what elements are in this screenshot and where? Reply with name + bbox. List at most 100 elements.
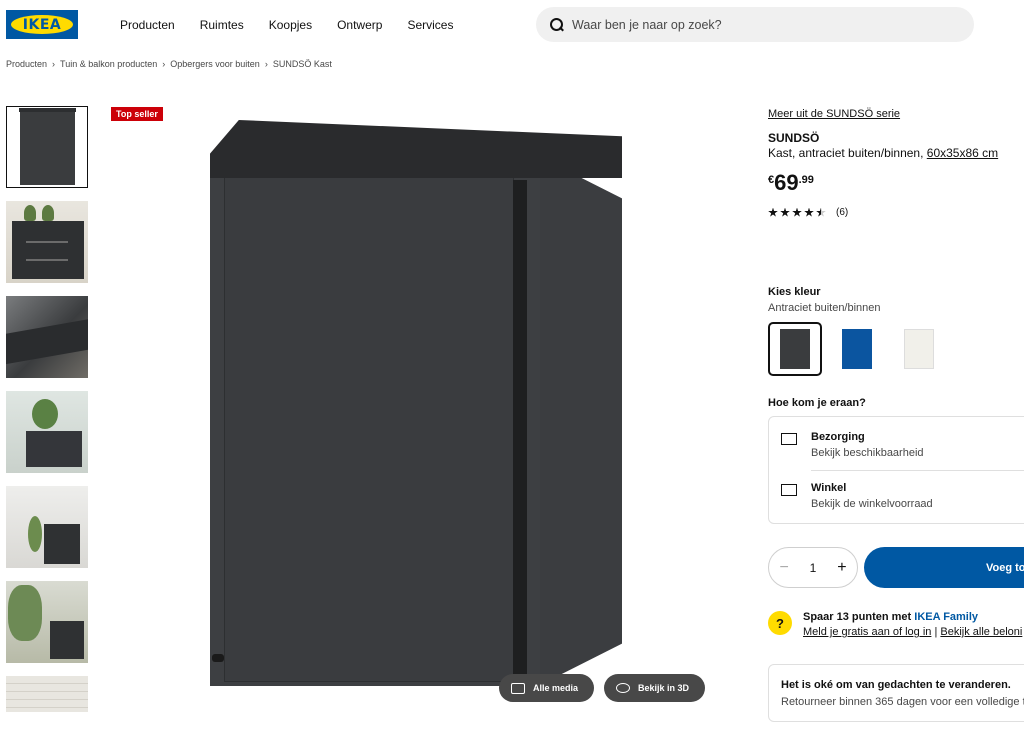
search-icon: [550, 17, 564, 32]
cabinet-groove: [513, 180, 527, 700]
nav-ontwerp[interactable]: Ontwerp: [337, 18, 382, 32]
nav-producten[interactable]: Producten: [120, 18, 175, 32]
product-info-panel: Meer uit de SUNDSÖ serie SUNDSÖ Kast, an…: [768, 0, 1024, 736]
review-count: (6): [836, 207, 849, 218]
price-decimal: .99: [798, 174, 814, 186]
cabinet-top-image: [6, 317, 88, 365]
product-price: € 69 .99: [768, 170, 814, 196]
star-icon: [768, 207, 778, 217]
plant-image: [32, 399, 58, 429]
add-to-cart-label: Voeg to: [986, 561, 1024, 574]
store-subtitle: Bekijk de winkelvoorraad: [811, 498, 933, 510]
plant-image: [28, 516, 42, 552]
series-link[interactable]: Meer uit de SUNDSÖ serie: [768, 108, 900, 120]
fulfillment-box: Bezorging Bekijk beschikbaarheid Winkel …: [768, 416, 1024, 524]
swatch-cabinet: [780, 329, 810, 369]
view-3d-button[interactable]: Bekijk in 3D: [604, 674, 706, 702]
logo-text: IKEA: [22, 16, 62, 33]
chevron-right-icon: ›: [162, 59, 166, 69]
plant-image: [42, 205, 54, 221]
cabinet-foot: [212, 654, 224, 662]
all-media-button[interactable]: Alle media: [499, 674, 595, 702]
ikea-logo[interactable]: IKEA: [6, 10, 78, 39]
nav-services[interactable]: Services: [407, 18, 453, 32]
thumbnail-4[interactable]: [6, 391, 88, 473]
main-nav: Producten Ruimtes Koopjes Ontwerp Servic…: [120, 18, 478, 32]
returns-box[interactable]: Het is oké om van gedachten te verandere…: [768, 664, 1024, 722]
breadcrumb-opbergers[interactable]: Opbergers voor buiten: [170, 59, 260, 69]
chevron-right-icon: ›: [52, 59, 56, 69]
delivery-title: Bezorging: [811, 431, 865, 443]
cabinet-image: [12, 221, 84, 279]
divider: [811, 470, 1024, 471]
chevron-right-icon: ›: [264, 59, 268, 69]
store-icon: [781, 484, 797, 496]
nav-koopjes[interactable]: Koopjes: [269, 18, 312, 32]
swatch-cabinet: [842, 329, 872, 369]
family-points-text: Spaar 13 punten met IKEA Family: [803, 611, 978, 623]
swatch-blauw[interactable]: [830, 322, 884, 376]
rotate-3d-icon: [616, 683, 630, 693]
price-integer: 69: [774, 170, 799, 195]
thumbnail-7[interactable]: [6, 676, 88, 712]
swatch-cabinet: [904, 329, 934, 369]
thumbnail-3[interactable]: [6, 296, 88, 378]
gallery-icon: [511, 682, 525, 694]
store-title: Winkel: [811, 482, 847, 494]
product-description: Kast, antraciet buiten/binnen, 60x35x86 …: [768, 146, 998, 160]
all-media-label: Alle media: [533, 683, 579, 693]
product-name: SUNDSÖ: [768, 131, 820, 145]
family-points-icon: ?: [768, 611, 792, 635]
shelf: [26, 241, 68, 243]
quantity-stepper: − 1 +: [768, 547, 858, 588]
breadcrumb-producten[interactable]: Producten: [6, 59, 47, 69]
breadcrumb: Producten › Tuin & balkon producten › Op…: [6, 59, 332, 69]
star-half-icon: [816, 207, 826, 217]
thumbnail-5[interactable]: [6, 486, 88, 568]
product-dimensions-link[interactable]: 60x35x86 cm: [927, 146, 998, 160]
view-3d-label: Bekijk in 3D: [638, 683, 690, 693]
rating[interactable]: (6): [768, 207, 848, 218]
decrease-quantity-button[interactable]: −: [779, 559, 788, 577]
ikea-family-link[interactable]: IKEA Family: [914, 611, 978, 623]
star-icon: [780, 207, 790, 217]
thumbnail-2[interactable]: [6, 201, 88, 283]
family-signup-link[interactable]: Meld je gratis aan of log in: [803, 626, 931, 638]
fulfillment-heading: Hoe kom je eraan?: [768, 397, 866, 409]
thumbnail-6[interactable]: [6, 581, 88, 663]
store-option[interactable]: Winkel Bekijk de winkelvoorraad: [781, 482, 933, 510]
logo-oval: IKEA: [11, 15, 73, 34]
color-swatches: [768, 322, 954, 376]
cabinet-image: [19, 108, 76, 185]
plant-image: [24, 205, 36, 221]
returns-subtitle: Retourneer binnen 365 dagen voor een vol…: [781, 696, 1024, 708]
star-icon: [792, 207, 802, 217]
top-seller-badge: Top seller: [111, 107, 163, 121]
thumbnail-1[interactable]: [6, 106, 88, 188]
breadcrumb-current: SUNDSÖ Kast: [272, 59, 332, 69]
product-description-text: Kast, antraciet buiten/binnen,: [768, 146, 924, 160]
cabinet-door: [224, 162, 514, 682]
cabinet-image: [50, 621, 84, 659]
cabinet-image: [44, 524, 80, 564]
thumbnail-list: [6, 106, 88, 725]
swatch-wit[interactable]: [892, 322, 946, 376]
nav-ruimtes[interactable]: Ruimtes: [200, 18, 244, 32]
family-links: Meld je gratis aan of log in | Bekijk al…: [803, 626, 1022, 638]
delivery-option[interactable]: Bezorging Bekijk beschikbaarheid: [781, 431, 924, 459]
cabinet-side: [538, 156, 622, 686]
breadcrumb-tuin-balkon[interactable]: Tuin & balkon producten: [60, 59, 157, 69]
main-product-image[interactable]: [200, 118, 630, 708]
swatch-antraciet[interactable]: [768, 322, 822, 376]
returns-title: Het is oké om van gedachten te verandere…: [781, 679, 1011, 691]
color-selected-value: Antraciet buiten/binnen: [768, 302, 881, 314]
plant-image: [8, 585, 42, 641]
quantity-value[interactable]: 1: [810, 561, 817, 575]
family-rewards-link[interactable]: Bekijk alle beloni: [940, 626, 1022, 638]
increase-quantity-button[interactable]: +: [837, 559, 846, 577]
shelf: [26, 259, 68, 261]
cabinet-image: [26, 431, 82, 467]
family-points-label: Spaar 13 punten met: [803, 611, 915, 623]
truck-icon: [781, 433, 797, 445]
add-to-cart-button[interactable]: Voeg to: [864, 547, 1024, 588]
